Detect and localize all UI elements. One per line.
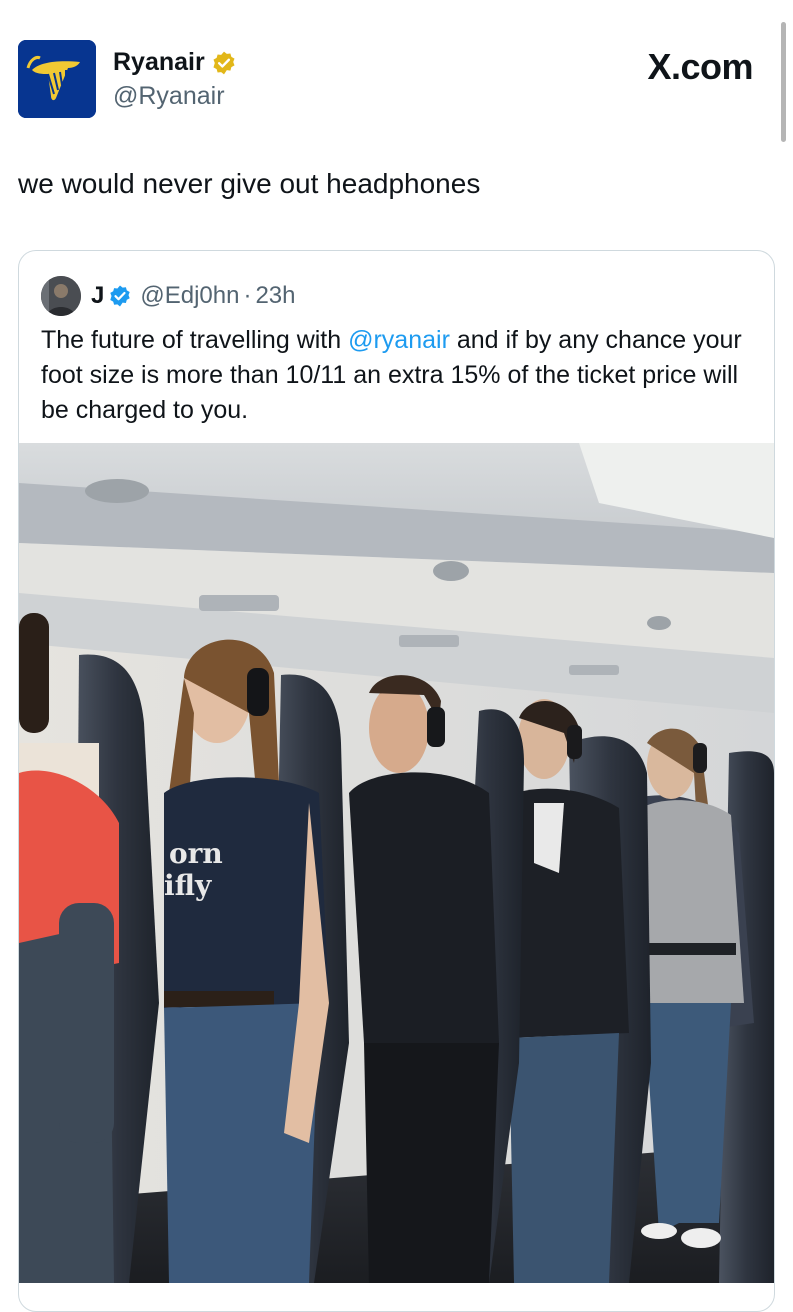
quoted-author-name[interactable]: J — [91, 282, 104, 310]
quoted-avatar[interactable] — [41, 276, 81, 316]
post-text: we would never give out headphones — [18, 168, 481, 199]
quoted-post-header: J @Edj0hn · 23h — [41, 275, 296, 317]
mention-link[interactable]: @ryanair — [348, 326, 450, 354]
dot-separator: · — [243, 282, 252, 309]
ryanair-avatar[interactable] — [18, 40, 96, 118]
airplane-cabin-photo: orn ifly — [19, 443, 774, 1283]
scroll-indicator[interactable] — [781, 22, 786, 142]
quoted-post-card[interactable]: J @Edj0hn · 23h The future of travelling… — [18, 250, 775, 1312]
post-header: Ryanair @Ryanair X.com — [18, 40, 775, 120]
quoted-post-image[interactable]: orn ifly — [19, 443, 774, 1283]
gold-verified-badge-icon — [213, 51, 235, 74]
site-brand: X.com — [647, 46, 753, 87]
shirt-text-line1: orn — [169, 837, 223, 870]
blue-verified-badge-icon — [110, 285, 131, 307]
ryanair-harp-logo-icon — [18, 40, 96, 118]
quoted-avatar-photo — [41, 276, 81, 316]
author-name[interactable]: Ryanair — [113, 48, 237, 77]
author-handle[interactable]: @Ryanair — [113, 82, 225, 111]
quoted-text-part1: The future of travelling with — [41, 326, 349, 354]
quoted-author-handle[interactable]: @Edj0hn — [140, 282, 239, 310]
shirt-text-line2: ifly — [164, 869, 212, 902]
author-name-text[interactable]: Ryanair — [113, 48, 205, 77]
quoted-post-text: The future of travelling with @ryanair a… — [41, 323, 761, 428]
quoted-timestamp[interactable]: 23h — [255, 282, 295, 310]
